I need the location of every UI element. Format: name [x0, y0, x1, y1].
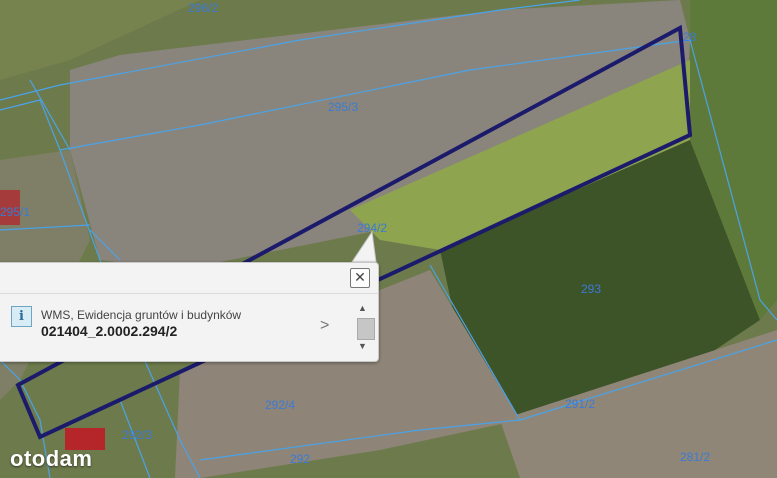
parcel-label: 292: [290, 452, 311, 466]
map-canvas[interactable]: [0, 0, 777, 478]
parcel-label: 295/1: [0, 205, 31, 219]
popup-header: ✕: [0, 263, 378, 294]
feature-info-popup: ✕ i WMS, Ewidencja gruntów i budynków 02…: [0, 262, 379, 362]
parcel-label: 292/3: [122, 428, 153, 442]
scrollbar-thumb[interactable]: [357, 318, 375, 340]
parcel-label: 293: [581, 282, 602, 296]
scroll-up-arrow[interactable]: ▲: [358, 303, 367, 313]
parcel-label: 296/2: [188, 1, 219, 15]
layer-name: WMS, Ewidencja gruntów i budynków: [41, 308, 242, 322]
watermark-logo: otodam: [10, 446, 93, 471]
parcel-label: 28: [683, 30, 697, 44]
close-icon[interactable]: ✕: [350, 268, 370, 288]
parcel-label: 291/2: [565, 397, 596, 411]
parcel-label: 295/3: [328, 100, 359, 114]
parcel-label: 281/2: [680, 450, 711, 464]
info-icon: i: [11, 306, 32, 327]
chevron-right-icon[interactable]: >: [320, 317, 329, 335]
parcel-label: 294/2: [357, 221, 388, 235]
parcel-label: 292/4: [265, 398, 296, 412]
parcel-identifier: 021404_2.0002.294/2: [41, 323, 178, 339]
scroll-down-arrow[interactable]: ▼: [358, 341, 367, 351]
